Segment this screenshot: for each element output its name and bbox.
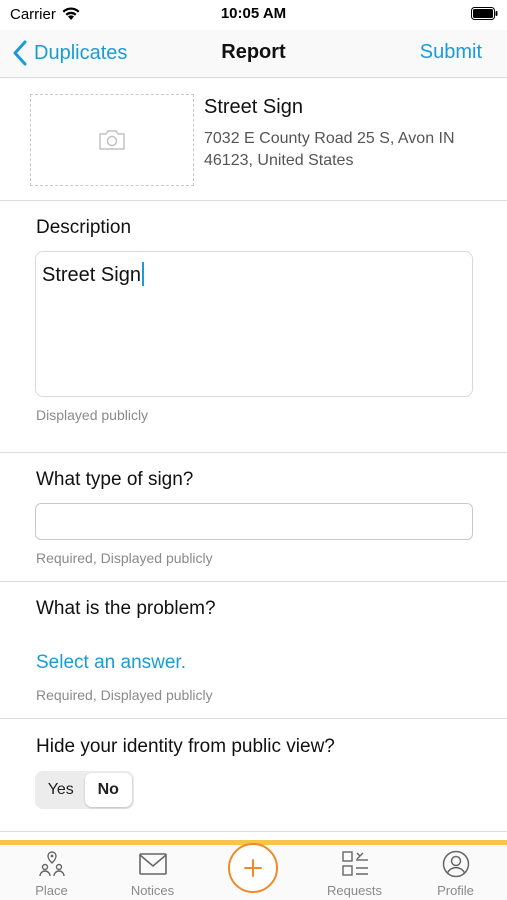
tab-requests-label: Requests <box>327 883 382 898</box>
tab-notices-label: Notices <box>130 883 175 898</box>
status-bar: Carrier 10:05 AM <box>0 0 507 30</box>
location-address: 7032 E County Road 25 S, Avon IN 46123, … <box>204 130 455 169</box>
problem-section: What is the problem? Select an answer. R… <box>0 582 507 719</box>
problem-helper: Required, Displayed publicly <box>36 687 213 703</box>
description-text: Street Sign <box>42 264 141 286</box>
navigation-bar: Duplicates Report Submit <box>0 30 507 78</box>
submit-button[interactable]: Submit <box>420 41 482 64</box>
identity-segmented-control[interactable]: Yes No <box>35 771 134 809</box>
problem-label: What is the problem? <box>36 598 216 619</box>
sign-type-label: What type of sign? <box>36 469 194 490</box>
description-label: Description <box>36 217 132 238</box>
identity-yes-option[interactable]: Yes <box>37 773 85 807</box>
sign-type-section: What type of sign? Required, Displayed p… <box>0 453 507 582</box>
identity-section: Hide your identity from public view? Yes… <box>0 719 507 832</box>
add-photo-button[interactable] <box>30 94 194 186</box>
envelope-icon <box>138 853 167 875</box>
tab-profile[interactable]: Profile <box>405 845 506 900</box>
add-request-button[interactable] <box>228 843 278 893</box>
status-time: 10:05 AM <box>220 5 287 22</box>
profile-icon <box>442 850 469 878</box>
sign-type-input[interactable] <box>35 503 473 540</box>
description-section: Description Street Sign Displayed public… <box>0 201 507 453</box>
plus-icon <box>244 859 262 877</box>
select-answer-link[interactable]: Select an answer. <box>36 652 186 674</box>
camera-icon <box>99 130 125 150</box>
identity-no-option[interactable]: No <box>84 773 132 807</box>
description-textarea[interactable]: Street Sign <box>35 251 473 397</box>
tab-profile-label: Profile <box>437 883 474 898</box>
place-icon <box>38 851 65 877</box>
battery-icon <box>471 7 498 20</box>
location-name: Street Sign <box>204 96 303 118</box>
tab-requests[interactable]: Requests <box>304 845 405 900</box>
tab-place-label: Place <box>35 883 68 898</box>
description-helper: Displayed publicly <box>36 407 149 423</box>
location-header: Street Sign 7032 E County Road 25 S, Avo… <box>0 79 507 201</box>
sign-type-helper: Required, Displayed publicly <box>36 550 213 566</box>
tab-place[interactable]: Place <box>1 845 102 900</box>
requests-list-icon <box>341 851 368 876</box>
tab-bar: Place Notices Requests Profile <box>0 843 507 900</box>
tab-notices[interactable]: Notices <box>102 845 203 900</box>
identity-label: Hide your identity from public view? <box>36 736 335 757</box>
text-caret <box>141 262 144 286</box>
